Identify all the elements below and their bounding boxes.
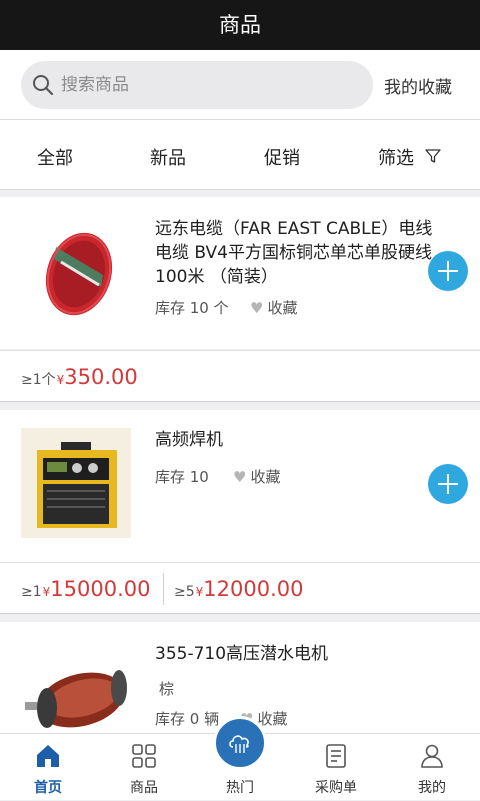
price-bar: ≥1¥15000.00 ≥5¥12000.00 [0, 562, 480, 614]
search-input[interactable] [61, 69, 361, 101]
price-divider [163, 573, 164, 605]
cloud-icon [229, 735, 249, 753]
my-favorites-link[interactable]: 我的收藏 [384, 73, 452, 98]
favorite-button[interactable]: ♥收藏 [233, 466, 280, 487]
motor-product-image [21, 642, 131, 734]
price-bar: ≥1个¥350.00 [0, 350, 480, 402]
favorite-label: 收藏 [257, 710, 288, 728]
spec-text: 棕 [159, 680, 175, 698]
tab-promotion[interactable]: 促销 [264, 144, 300, 170]
page-title: 商品 [0, 0, 480, 50]
favorite-label: 收藏 [250, 468, 281, 486]
user-icon [421, 744, 443, 768]
tabbar-purchase-order[interactable]: 采购单 [288, 734, 384, 801]
product-card[interactable]: 高频焊机 库存 10 ♥ 收藏 [0, 410, 480, 562]
cable-product-image [21, 217, 131, 327]
price-tier: ≥1个¥350.00 [21, 365, 138, 389]
filter-icon[interactable] [425, 148, 441, 164]
hot-button[interactable] [213, 716, 267, 770]
stock-text: 库存 10 [155, 468, 209, 486]
heart-icon: ♥ [250, 299, 264, 317]
search-icon [33, 75, 54, 96]
home-icon [37, 745, 59, 767]
search-box[interactable] [21, 61, 373, 109]
heart-icon: ♥ [233, 468, 247, 486]
product-title[interactable]: 高频焊机 [155, 428, 445, 452]
product-card[interactable]: 远东电缆（FAR EAST CABLE）电线电缆 BV4平方国标铜芯单芯单股硬线… [0, 197, 480, 349]
order-icon [326, 744, 346, 768]
stock-text: 库存 10 个 [155, 299, 229, 317]
tabbar-products[interactable]: 商品 [96, 734, 192, 801]
product-title[interactable]: 远东电缆（FAR EAST CABLE）电线电缆 BV4平方国标铜芯单芯单股硬线… [155, 217, 445, 289]
favorite-label: 收藏 [267, 299, 298, 317]
add-to-cart-button[interactable] [428, 251, 468, 291]
tab-filter[interactable]: 筛选 [378, 144, 414, 170]
welder-product-image [21, 428, 131, 538]
price-tier: ≥1¥15000.00 [21, 577, 151, 601]
tabbar-home[interactable]: 首页 [0, 734, 96, 801]
product-title[interactable]: 355-710高压潜水电机 [155, 642, 445, 666]
grid-icon [132, 744, 156, 768]
favorite-button[interactable]: ♥收藏 [250, 297, 297, 318]
tabbar-mine[interactable]: 我的 [384, 734, 480, 801]
tab-new[interactable]: 新品 [150, 144, 186, 170]
stock-text: 库存 0 辆 [155, 710, 220, 728]
category-tabs: 全部 新品 促销 筛选 [0, 120, 480, 190]
tab-all[interactable]: 全部 [37, 144, 73, 170]
search-row: 我的收藏 [0, 50, 480, 120]
price-tier: ≥5¥12000.00 [174, 577, 304, 601]
add-to-cart-button[interactable] [428, 464, 468, 504]
